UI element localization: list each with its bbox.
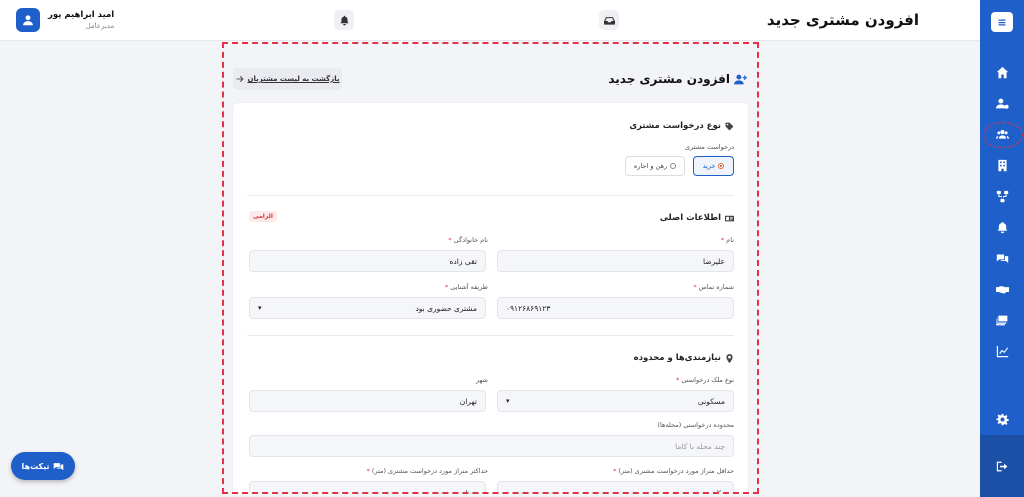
name-label-text: نام [726, 236, 734, 244]
radio-unchecked-icon [670, 163, 677, 169]
tickets-label: تیکت‌ها [21, 461, 50, 471]
tag-icon [725, 122, 734, 130]
phone-label: * شماره تماس [693, 283, 734, 291]
page-heading: افزودن مشتری جدید [608, 72, 747, 86]
sidebar-item-customers[interactable] [980, 119, 1024, 150]
sidebar-item-home[interactable] [980, 57, 1024, 88]
comments-icon [996, 254, 1008, 263]
sitemap-icon [996, 190, 1008, 203]
back-to-customers-button[interactable]: بازگشت به لیست مشتریان [233, 68, 342, 90]
menu-toggle-button[interactable]: ≡ [991, 12, 1013, 32]
main-content: افزودن مشتری جدید بازگشت به لیست مشتریان… [222, 42, 759, 494]
name-input[interactable]: علیرضا [497, 250, 734, 272]
family-label-text: نام خانوادگی [453, 236, 488, 244]
sidebar-item-user-settings[interactable] [980, 88, 1024, 119]
money-icon [995, 315, 1007, 326]
inbox-icon [603, 16, 615, 25]
property-type-label: * نوع ملک درخواستی [676, 376, 734, 384]
user-icon [23, 15, 33, 26]
property-type-value: مسکونی [697, 396, 725, 406]
name-label: * نام [720, 236, 734, 244]
property-type-label-text: نوع ملک درخواستی [681, 376, 734, 384]
request-option-rent[interactable]: رهن و اجاره [625, 156, 685, 176]
user-plus-icon [734, 74, 747, 84]
sidebar: ≡ [980, 0, 1024, 497]
city-input[interactable]: تهران [249, 390, 486, 412]
bell-icon [339, 15, 349, 25]
section-divider [247, 335, 734, 336]
acquaintance-label: * طریقه آشنایی [444, 283, 488, 291]
logout-icon [996, 461, 1007, 471]
max-size-label: * حداکثر متراژ مورد درخواست مشتری (متر) [366, 467, 488, 475]
area-input[interactable]: چند محله با کاما [249, 435, 734, 457]
phone-label-text: شماره تماس [698, 283, 734, 291]
min-size-input[interactable]: ۷۰ [497, 481, 734, 492]
tickets-button[interactable]: تیکت‌ها [11, 452, 75, 480]
radio-checked-icon [718, 163, 725, 169]
phone-input[interactable]: ۰۹۱۲۶۸۶۹۱۲۳ [497, 297, 734, 319]
family-label: * نام خانوادگی [448, 236, 488, 244]
request-option-buy[interactable]: خرید [693, 156, 734, 176]
page-title: افزودن مشتری جدید [766, 11, 919, 29]
logout-button[interactable] [980, 435, 1024, 497]
sidebar-item-notifications[interactable] [980, 212, 1024, 243]
needs-title-text: نیازمندی‌ها و محدوده [633, 353, 721, 363]
chart-line-icon [996, 345, 1008, 358]
arrow-right-icon [236, 76, 243, 82]
main-info-section-title: اطلاعات اصلی [660, 213, 734, 223]
request-type-label: درخواست مشتری [684, 143, 734, 151]
top-header: افزودن مشتری جدید امید ابراهیم پور مدیرع… [0, 0, 980, 41]
required-badge: الزامی [249, 211, 277, 222]
needs-section-title: نیازمندی‌ها و محدوده [634, 353, 734, 363]
sidebar-item-reports[interactable] [980, 336, 1024, 367]
acquaintance-value: مشتری حضوری بود [415, 303, 477, 313]
inbox-button[interactable] [599, 10, 619, 30]
family-input[interactable]: تقی زاده [249, 250, 486, 272]
sidebar-item-buildings[interactable] [980, 150, 1024, 181]
section-divider [247, 195, 734, 196]
min-size-label-text: حداقل متراژ مورد درخواست مشتری (متر) [618, 467, 734, 475]
notifications-button[interactable] [334, 10, 354, 30]
users-icon [995, 130, 1009, 139]
main-info-title-text: اطلاعات اصلی [659, 213, 721, 223]
sidebar-item-settings[interactable] [980, 404, 1024, 435]
area-label: محدوده درخواستی (محله‌ها) [657, 421, 735, 429]
user-profile[interactable]: امید ابراهیم پور مدیرعامل [16, 8, 114, 32]
avatar [16, 8, 40, 32]
home-icon [996, 66, 1008, 79]
page-heading-text: افزودن مشتری جدید [608, 72, 730, 86]
handshake-icon [995, 286, 1009, 294]
request-type-title-text: نوع درخواست مشتری [629, 121, 721, 131]
back-button-label: بازگشت به لیست مشتریان [247, 75, 340, 83]
sidebar-item-meetings[interactable] [980, 274, 1024, 305]
comments-icon [54, 462, 64, 470]
chevron-down-icon: ▾ [258, 304, 262, 312]
map-marker-icon [726, 353, 733, 363]
user-gear-icon [995, 98, 1009, 109]
request-type-section-title: نوع درخواست مشتری [629, 121, 734, 131]
sidebar-item-network[interactable] [980, 181, 1024, 212]
user-role: مدیرعامل [85, 22, 115, 30]
acquaintance-select[interactable]: ▾ مشتری حضوری بود [249, 297, 486, 319]
max-size-input[interactable]: ۱۰۰ [249, 481, 486, 492]
id-card-icon [725, 215, 734, 221]
building-icon [997, 159, 1007, 172]
property-type-select[interactable]: ▾ مسکونی [497, 390, 734, 412]
city-label: شهر [475, 376, 488, 384]
chevron-down-icon: ▾ [506, 397, 510, 405]
sidebar-item-messages[interactable] [980, 243, 1024, 274]
sidebar-item-finance[interactable] [980, 305, 1024, 336]
bell-icon [997, 221, 1007, 234]
option-buy-label: خرید [702, 162, 716, 170]
customer-form-card: نوع درخواست مشتری درخواست مشتری خرید رهن… [232, 102, 749, 492]
gear-icon [995, 413, 1009, 426]
max-size-label-text: حداکثر متراژ مورد درخواست مشتری (متر) [371, 467, 488, 475]
min-size-label: * حداقل متراژ مورد درخواست مشتری (متر) [613, 467, 734, 475]
acquaintance-label-text: طریقه آشنایی [450, 283, 488, 291]
user-name: امید ابراهیم پور [48, 10, 115, 20]
option-rent-label: رهن و اجاره [633, 162, 668, 170]
